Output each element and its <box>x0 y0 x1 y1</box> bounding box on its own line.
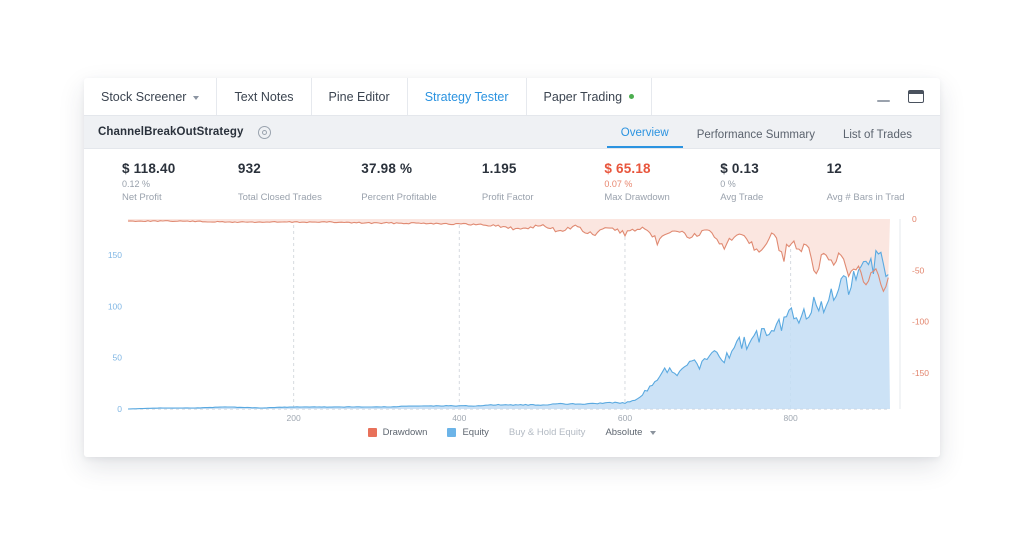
tab-stock-screener[interactable]: Stock Screener <box>84 78 217 115</box>
svg-text:0: 0 <box>912 214 917 224</box>
stat-avg-bars-in-trade: 12 Avg # Bars in Trad <box>817 161 940 203</box>
tab-strategy-tester[interactable]: Strategy Tester <box>408 78 527 115</box>
minimize-button[interactable] <box>877 92 890 102</box>
stat-label: Total Closed Trades <box>238 192 351 203</box>
minimize-icon <box>877 100 890 102</box>
tab-text-notes[interactable]: Text Notes <box>217 78 311 115</box>
stat-value: $ 65.18 <box>604 161 710 176</box>
strategy-tester-panel: Stock Screener Text Notes Pine Editor St… <box>84 78 940 457</box>
svg-text:150: 150 <box>108 250 122 260</box>
legend-item-buy-hold-equity[interactable]: Buy & Hold Equity <box>509 427 586 438</box>
window-controls <box>871 78 940 115</box>
svg-text:50: 50 <box>113 353 123 363</box>
strategy-header-row: ChannelBreakOutStrategy Overview Perform… <box>84 116 940 149</box>
stat-value: 12 <box>827 161 940 176</box>
svg-text:600: 600 <box>618 413 632 423</box>
tab-label: Stock Screener <box>101 90 186 104</box>
stat-label: Avg # Bars in Trad <box>827 192 940 203</box>
stat-percent-profitable: 37.98 % Percent Profitable <box>351 161 472 203</box>
stat-value: 1.195 <box>482 161 594 176</box>
stat-label: Net Profit <box>122 192 228 203</box>
legend-item-equity[interactable]: Equity <box>447 427 488 438</box>
svg-text:0: 0 <box>117 404 122 414</box>
chevron-down-icon <box>650 431 656 435</box>
gear-icon[interactable] <box>258 126 271 139</box>
svg-text:-100: -100 <box>912 317 929 327</box>
legend-swatch-equity <box>447 428 456 437</box>
tab-label: Text Notes <box>234 90 293 104</box>
tab-label: Pine Editor <box>329 90 390 104</box>
tab-performance-summary[interactable]: Performance Summary <box>683 129 829 148</box>
tab-paper-trading[interactable]: Paper Trading <box>527 78 653 115</box>
legend-swatch-drawdown <box>368 428 377 437</box>
legend-label: Buy & Hold Equity <box>509 427 586 438</box>
window-icon[interactable] <box>908 90 924 103</box>
svg-text:200: 200 <box>287 413 301 423</box>
report-tabs: Overview Performance Summary List of Tra… <box>607 127 926 148</box>
stat-label: Max Drawdown <box>604 192 710 203</box>
stat-value: 37.98 % <box>361 161 472 176</box>
tabbar-filler <box>652 78 871 115</box>
stat-value: 932 <box>238 161 351 176</box>
legend-label: Drawdown <box>383 427 428 438</box>
svg-text:400: 400 <box>452 413 466 423</box>
svg-text:-50: -50 <box>912 265 925 275</box>
svg-text:-150: -150 <box>912 368 929 378</box>
stat-percent: 0.07 % <box>604 179 710 189</box>
tab-label: Strategy Tester <box>425 90 509 104</box>
scale-selector-label: Absolute <box>605 427 642 438</box>
stat-net-profit: $ 118.40 0.12 % Net Profit <box>84 161 228 203</box>
stat-total-closed-trades: 932 Total Closed Trades <box>228 161 351 203</box>
svg-text:800: 800 <box>784 413 798 423</box>
legend-label: Equity <box>462 427 488 438</box>
stat-max-drawdown: $ 65.18 0.07 % Max Drawdown <box>594 161 710 203</box>
chart-legend: Drawdown Equity Buy & Hold Equity Absolu… <box>84 427 940 438</box>
status-dot-icon <box>629 94 634 99</box>
equity-drawdown-chart: 0 50 100 150 0 -50 -100 -150 200 400 600 800 Drawdo… <box>84 211 940 446</box>
legend-item-drawdown[interactable]: Drawdown <box>368 427 428 438</box>
stat-avg-trade: $ 0.13 0 % Avg Trade <box>710 161 816 203</box>
stat-profit-factor: 1.195 Profit Factor <box>472 161 594 203</box>
strategy-name: ChannelBreakOutStrategy <box>98 126 243 138</box>
stat-value: $ 0.13 <box>720 161 816 176</box>
stat-percent: 0 % <box>720 179 816 189</box>
chevron-down-icon[interactable] <box>193 96 199 100</box>
tab-label: Paper Trading <box>544 90 623 104</box>
svg-text:100: 100 <box>108 301 122 311</box>
stat-value: $ 118.40 <box>122 161 228 176</box>
tab-list-of-trades[interactable]: List of Trades <box>829 129 926 148</box>
stat-label: Avg Trade <box>720 192 816 203</box>
stats-row: $ 118.40 0.12 % Net Profit 932 Total Clo… <box>84 149 940 209</box>
stat-label: Percent Profitable <box>361 192 472 203</box>
tab-overview[interactable]: Overview <box>607 127 683 148</box>
scale-selector[interactable]: Absolute <box>605 427 656 438</box>
stat-percent: 0.12 % <box>122 179 228 189</box>
tab-pine-editor[interactable]: Pine Editor <box>312 78 408 115</box>
stat-label: Profit Factor <box>482 192 594 203</box>
chart-canvas: 0 50 100 150 0 -50 -100 -150 200 400 600 800 <box>84 211 940 426</box>
screenshot-stage: Stock Screener Text Notes Pine Editor St… <box>0 0 1024 536</box>
window-tabbar: Stock Screener Text Notes Pine Editor St… <box>84 78 940 116</box>
